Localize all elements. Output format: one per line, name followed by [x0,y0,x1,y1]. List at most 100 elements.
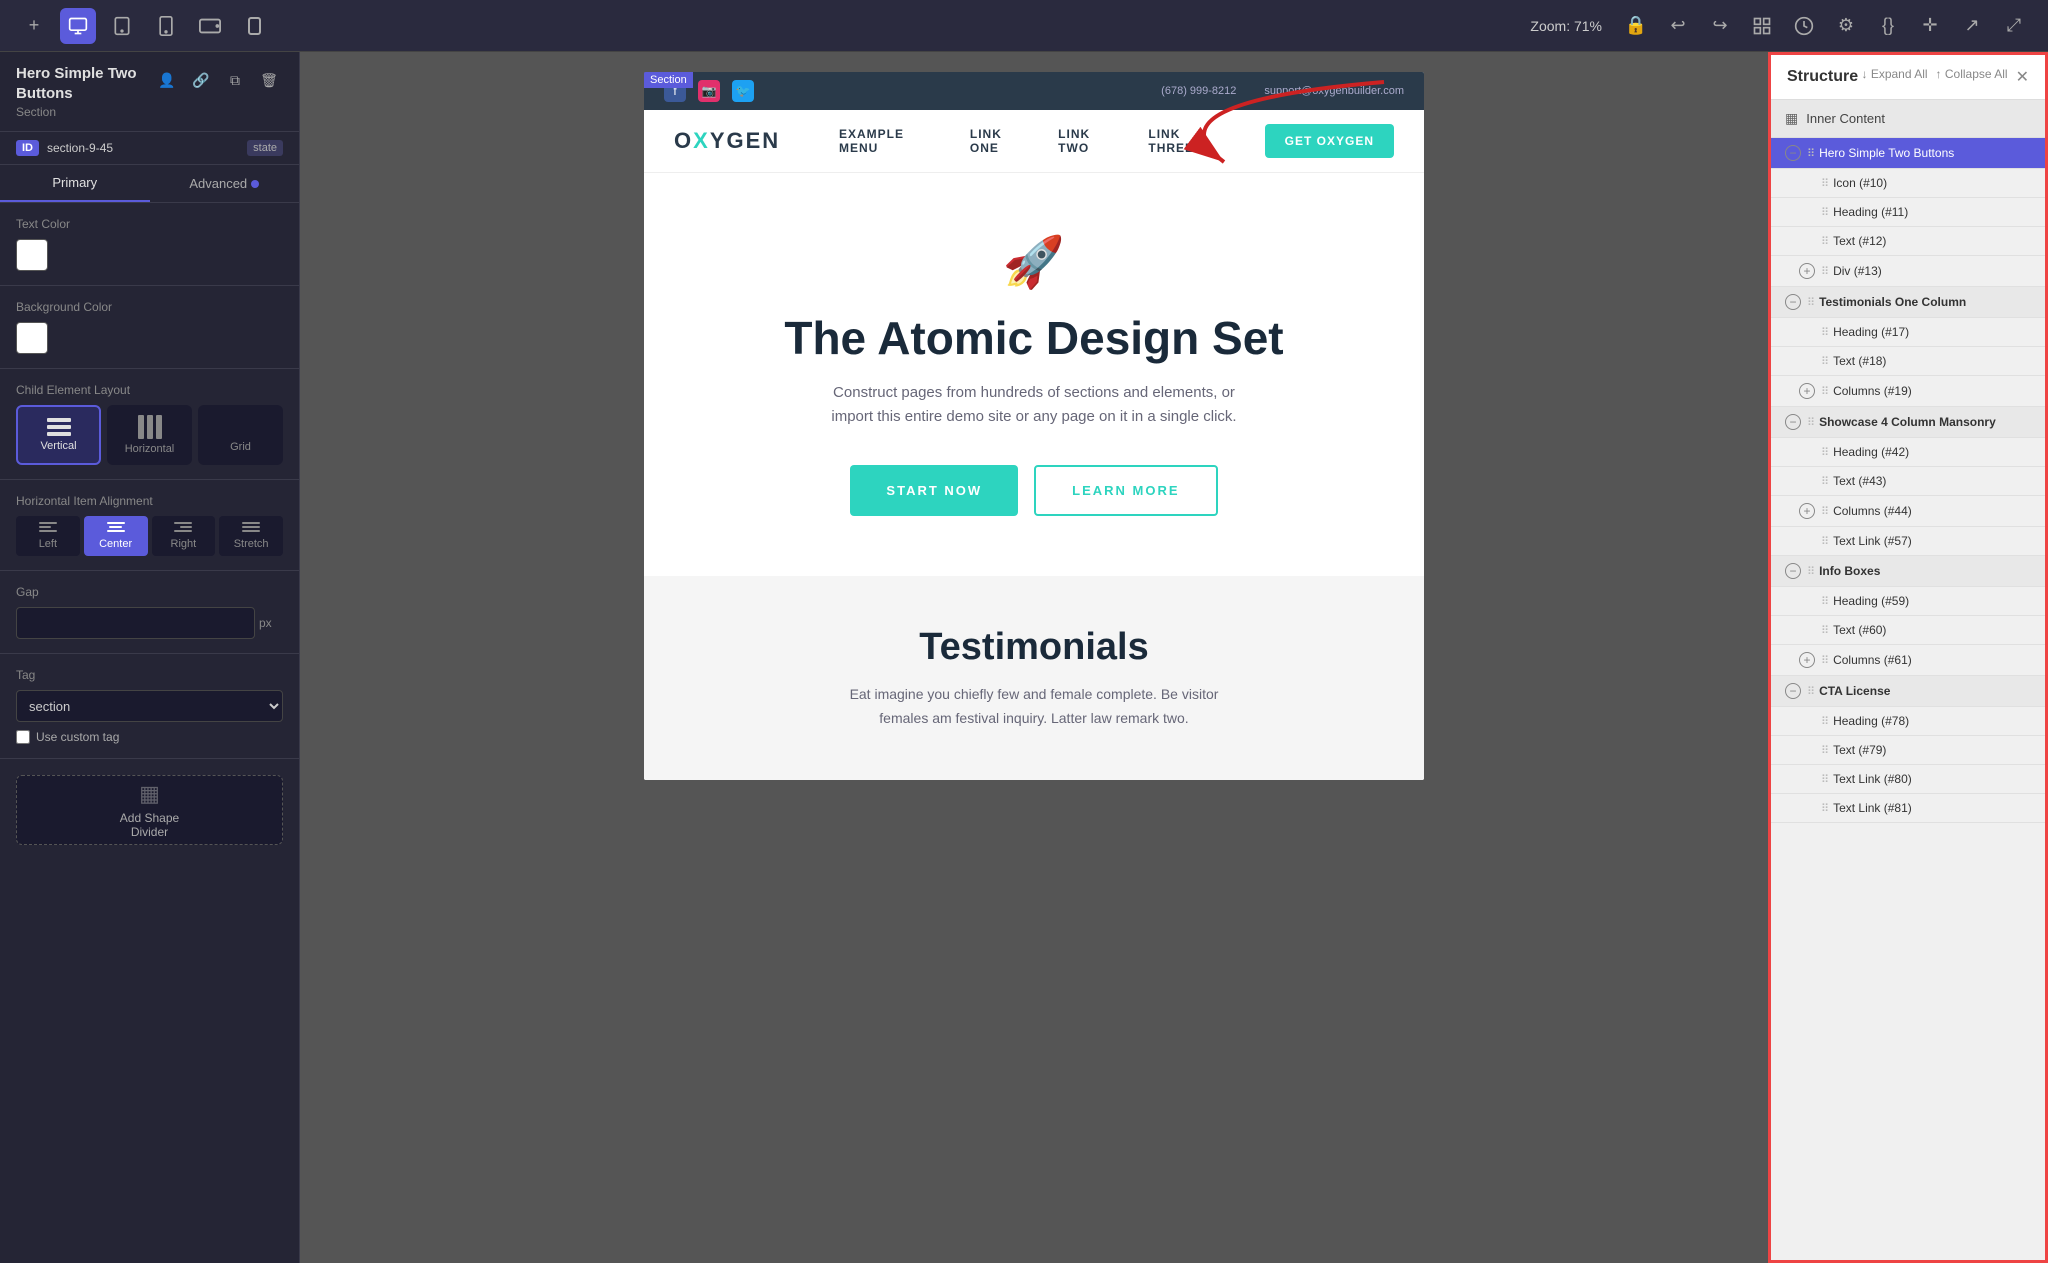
structure-item-testimonials[interactable]: − ⠿ Testimonials One Column [1771,287,2045,318]
structure-item-columns19[interactable]: + ⠿ Columns (#19) [1771,376,2045,407]
structure-item-icon10[interactable]: ⠿ Icon (#10) [1771,169,2045,198]
bg-color-swatch[interactable] [16,322,48,354]
structure-close-button[interactable]: ✕ [2016,67,2029,87]
structure-item-text43[interactable]: ⠿ Text (#43) [1771,467,2045,496]
share-button[interactable]: ↗ [1954,8,1990,44]
expand-all-button[interactable]: ↓ Expand All [1862,67,1928,87]
structure-item-heading78[interactable]: ⠿ Heading (#78) [1771,707,2045,736]
learn-more-button[interactable]: LEARN MORE [1034,465,1217,516]
nav-cta-button[interactable]: GET OXYGEN [1265,124,1394,158]
add-element-button[interactable]: + [16,8,52,44]
panel-user-icon[interactable]: 👤 [153,66,181,94]
state-badge[interactable]: state [247,140,283,156]
drag-handle-testimonials[interactable]: ⠿ [1807,296,1815,309]
drag-handle-text43[interactable]: ⠿ [1821,475,1829,488]
expand-button[interactable]: ⤢ [1996,8,2032,44]
nav-link-example[interactable]: EXAMPLE MENU [839,127,946,155]
structure-item-textlink57[interactable]: ⠿ Text Link (#57) [1771,527,2045,556]
nav-link-one[interactable]: LINK ONE [970,127,1034,155]
history-button[interactable] [1786,8,1822,44]
css-button[interactable]: {} [1870,8,1906,44]
device-tablet-button[interactable] [104,8,140,44]
instagram-icon[interactable]: 📷 [698,80,720,102]
structure-item-textlink80[interactable]: ⠿ Text Link (#80) [1771,765,2045,794]
layout-horizontal-button[interactable]: Horizontal [107,405,192,465]
start-now-button[interactable]: START NOW [850,465,1018,516]
device-mobile-button[interactable] [148,8,184,44]
gap-input[interactable] [16,607,255,639]
drag-handle-heading78[interactable]: ⠿ [1821,715,1829,728]
structure-item-heading11[interactable]: ⠿ Heading (#11) [1771,198,2045,227]
drag-handle-div13[interactable]: ⠿ [1821,265,1829,278]
collapse-all-button[interactable]: ↑ Collapse All [1936,67,2008,87]
device-landscape-button[interactable] [192,8,228,44]
structure-item-heading17[interactable]: ⠿ Heading (#17) [1771,318,2045,347]
structure-item-text60[interactable]: ⠿ Text (#60) [1771,616,2045,645]
drag-handle-text79[interactable]: ⠿ [1821,744,1829,757]
structure-item-text79[interactable]: ⠿ Text (#79) [1771,736,2045,765]
toggle-columns61[interactable]: + [1799,652,1815,668]
toggle-showcase[interactable]: − [1785,414,1801,430]
tab-primary[interactable]: Primary [0,165,150,202]
drag-handle-heading42[interactable]: ⠿ [1821,446,1829,459]
structure-item-columns44[interactable]: + ⠿ Columns (#44) [1771,496,2045,527]
toggle-columns19[interactable]: + [1799,383,1815,399]
align-right-button[interactable]: Right [152,516,216,556]
layout-grid-button[interactable]: Grid [198,405,283,465]
drag-handle-columns61[interactable]: ⠿ [1821,654,1829,667]
drag-handle-text60[interactable]: ⠿ [1821,624,1829,637]
drag-handle-heading11[interactable]: ⠿ [1821,206,1829,219]
nav-link-three[interactable]: LINK THREE [1148,127,1229,155]
panel-link-icon[interactable]: 🔗 [187,66,215,94]
structure-item-text12[interactable]: ⠿ Text (#12) [1771,227,2045,256]
align-stretch-button[interactable]: Stretch [219,516,283,556]
structure-item-heading59[interactable]: ⠿ Heading (#59) [1771,587,2045,616]
align-left-button[interactable]: Left [16,516,80,556]
structure-item-textlink81[interactable]: ⠿ Text Link (#81) [1771,794,2045,823]
layout-vertical-button[interactable]: Vertical [16,405,101,465]
panel-delete-icon[interactable]: 🗑 [255,66,283,94]
structure-item-showcase[interactable]: − ⠿ Showcase 4 Column Mansonry [1771,407,2045,438]
toggle-div13[interactable]: + [1799,263,1815,279]
drag-handle-textlink80[interactable]: ⠿ [1821,773,1829,786]
device-mobile2-button[interactable] [236,8,272,44]
structure-item-hero[interactable]: − ⠿ Hero Simple Two Buttons [1771,138,2045,169]
drag-handle-textlink57[interactable]: ⠿ [1821,535,1829,548]
drag-handle-textlink81[interactable]: ⠿ [1821,802,1829,815]
tag-select[interactable]: section [16,690,283,722]
drag-handle-icon10[interactable]: ⠿ [1821,177,1829,190]
drag-handle-columns19[interactable]: ⠿ [1821,385,1829,398]
drag-handle-columns44[interactable]: ⠿ [1821,505,1829,518]
drag-handle-heading17[interactable]: ⠿ [1821,326,1829,339]
drag-handle-text18[interactable]: ⠿ [1821,355,1829,368]
drag-handle-infoboxes[interactable]: ⠿ [1807,565,1815,578]
redo-button[interactable]: ↪ [1702,8,1738,44]
text-color-swatch[interactable] [16,239,48,271]
structure-item-div13[interactable]: + ⠿ Div (#13) [1771,256,2045,287]
custom-tag-checkbox[interactable] [16,730,30,744]
add-shape-button[interactable]: ▦ Add ShapeDivider [16,775,283,845]
manage-button[interactable] [1744,8,1780,44]
undo-button[interactable]: ↩ [1660,8,1696,44]
align-center-button[interactable]: Center [84,516,148,556]
nav-link-two[interactable]: LINK TWO [1058,127,1124,155]
structure-item-cta[interactable]: − ⠿ CTA License [1771,676,2045,707]
tab-advanced[interactable]: Advanced [150,165,300,202]
drag-handle-showcase[interactable]: ⠿ [1807,416,1815,429]
structure-item-heading42[interactable]: ⠿ Heading (#42) [1771,438,2045,467]
lock-button[interactable]: 🔒 [1618,8,1654,44]
toggle-columns44[interactable]: + [1799,503,1815,519]
drag-handle-hero[interactable]: ⠿ [1807,147,1815,160]
grid-button[interactable]: ✛ [1912,8,1948,44]
drag-handle-text12[interactable]: ⠿ [1821,235,1829,248]
structure-item-text18[interactable]: ⠿ Text (#18) [1771,347,2045,376]
toggle-infoboxes[interactable]: − [1785,563,1801,579]
drag-handle-cta[interactable]: ⠿ [1807,685,1815,698]
structure-item-infoboxes[interactable]: − ⠿ Info Boxes [1771,556,2045,587]
drag-handle-heading59[interactable]: ⠿ [1821,595,1829,608]
toggle-testimonials[interactable]: − [1785,294,1801,310]
inner-content-row[interactable]: ▦ Inner Content [1771,100,2045,138]
structure-item-columns61[interactable]: + ⠿ Columns (#61) [1771,645,2045,676]
device-desktop-button[interactable] [60,8,96,44]
settings-button[interactable]: ⚙ [1828,8,1864,44]
